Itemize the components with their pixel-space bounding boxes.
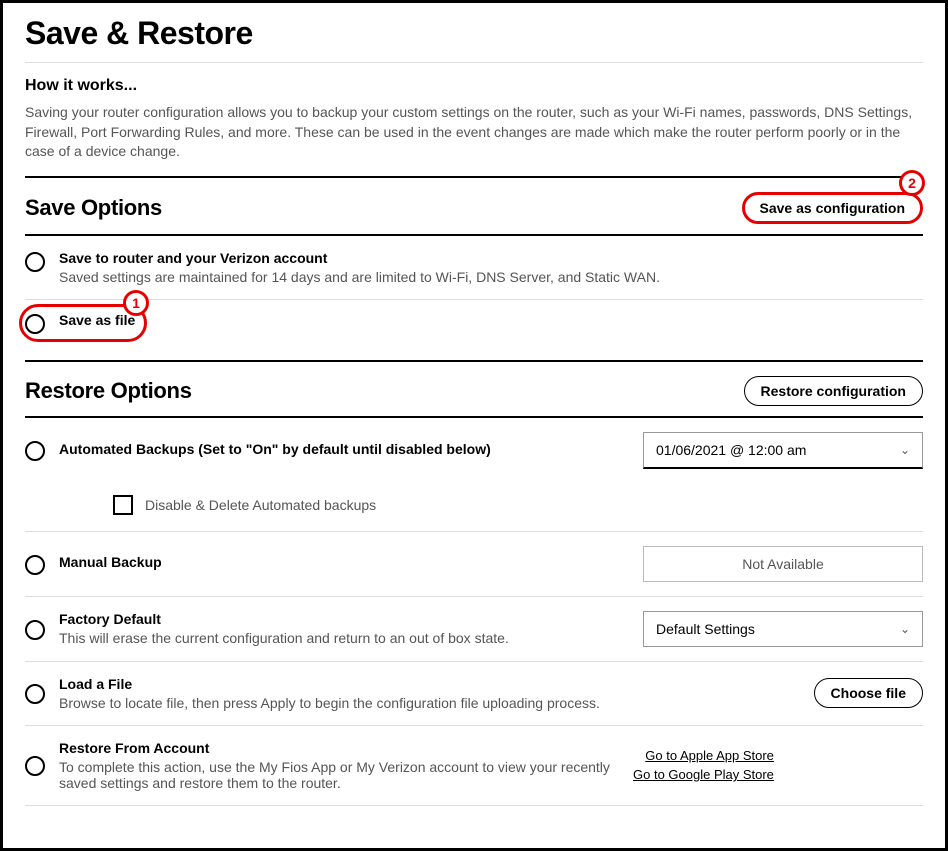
manual-backup-radio[interactable] (25, 555, 45, 575)
factory-default-value: Default Settings (656, 621, 755, 637)
automated-backups-title: Automated Backups (Set to "On" by defaul… (59, 441, 629, 457)
disable-automated-label: Disable & Delete Automated backups (145, 497, 376, 513)
restore-from-account-title: Restore From Account (59, 740, 619, 756)
restore-from-account-links: Go to Apple App Store Go to Google Play … (633, 748, 774, 782)
restore-from-account-text: Restore From Account To complete this ac… (59, 740, 619, 791)
restore-options-header: Restore Options Restore configuration (25, 376, 923, 406)
save-options-heading: Save Options (25, 195, 162, 221)
page-title: Save & Restore (25, 15, 923, 52)
disable-automated-row: Disable & Delete Automated backups (25, 479, 923, 532)
save-as-file-title: Save as file (59, 312, 923, 328)
factory-default-row: Factory Default This will erase the curr… (25, 597, 923, 662)
manual-backup-status: Not Available (643, 546, 923, 582)
factory-default-text: Factory Default This will erase the curr… (59, 611, 629, 646)
save-options-header: Save Options Save as configuration 2 (25, 192, 923, 224)
restore-from-account-radio[interactable] (25, 756, 45, 776)
save-section-top-divider (25, 176, 923, 178)
chevron-down-icon: ⌄ (900, 443, 910, 457)
google-play-store-link[interactable]: Go to Google Play Store (633, 767, 774, 782)
load-file-desc: Browse to locate file, then press Apply … (59, 695, 800, 711)
restore-section-top-divider (25, 360, 923, 362)
automated-backups-datetime-select[interactable]: 01/06/2021 @ 12:00 am ⌄ (643, 432, 923, 469)
restore-from-account-row: Restore From Account To complete this ac… (25, 726, 923, 806)
load-file-right: Choose file (814, 678, 923, 708)
factory-default-radio[interactable] (25, 620, 45, 640)
save-to-router-radio[interactable] (25, 252, 45, 272)
how-it-works-text: Saving your router configuration allows … (25, 103, 923, 162)
load-file-radio[interactable] (25, 684, 45, 704)
manual-backup-text: Manual Backup (59, 554, 629, 573)
how-it-works-heading: How it works... (25, 77, 923, 95)
page-frame: Save & Restore How it works... Saving yo… (0, 0, 948, 851)
factory-default-title: Factory Default (59, 611, 629, 627)
save-to-router-title: Save to router and your Verizon account (59, 250, 923, 266)
restore-from-account-desc: To complete this action, use the My Fios… (59, 759, 619, 791)
save-as-file-radio[interactable] (25, 314, 45, 334)
load-file-row: Load a File Browse to locate file, then … (25, 662, 923, 726)
load-file-text: Load a File Browse to locate file, then … (59, 676, 800, 711)
manual-backup-title: Manual Backup (59, 554, 629, 570)
automated-backups-datetime-value: 01/06/2021 @ 12:00 am (656, 442, 806, 458)
factory-default-select[interactable]: Default Settings ⌄ (643, 611, 923, 647)
factory-default-right: Default Settings ⌄ (643, 611, 923, 647)
save-to-router-text: Save to router and your Verizon account … (59, 250, 923, 285)
save-to-router-row: Save to router and your Verizon account … (25, 236, 923, 300)
save-as-configuration-button[interactable]: Save as configuration (742, 192, 923, 224)
automated-backups-row: Automated Backups (Set to "On" by defaul… (25, 418, 923, 479)
automated-backups-right: 01/06/2021 @ 12:00 am ⌄ (643, 432, 923, 469)
chevron-down-icon: ⌄ (900, 622, 910, 636)
save-to-router-desc: Saved settings are maintained for 14 day… (59, 269, 923, 285)
apple-app-store-link[interactable]: Go to Apple App Store (645, 748, 774, 763)
automated-backups-radio[interactable] (25, 441, 45, 461)
disable-automated-checkbox[interactable] (113, 495, 133, 515)
title-divider (25, 62, 923, 63)
save-as-file-row: 1 Save as file (25, 300, 923, 350)
save-as-file-text: Save as file (59, 312, 923, 331)
choose-file-button[interactable]: Choose file (814, 678, 923, 708)
load-file-title: Load a File (59, 676, 800, 692)
automated-backups-text: Automated Backups (Set to "On" by defaul… (59, 441, 629, 460)
manual-backup-row: Manual Backup Not Available (25, 532, 923, 597)
manual-backup-right: Not Available (643, 546, 923, 582)
restore-options-heading: Restore Options (25, 378, 192, 404)
factory-default-desc: This will erase the current configuratio… (59, 630, 629, 646)
restore-configuration-button[interactable]: Restore configuration (744, 376, 923, 406)
